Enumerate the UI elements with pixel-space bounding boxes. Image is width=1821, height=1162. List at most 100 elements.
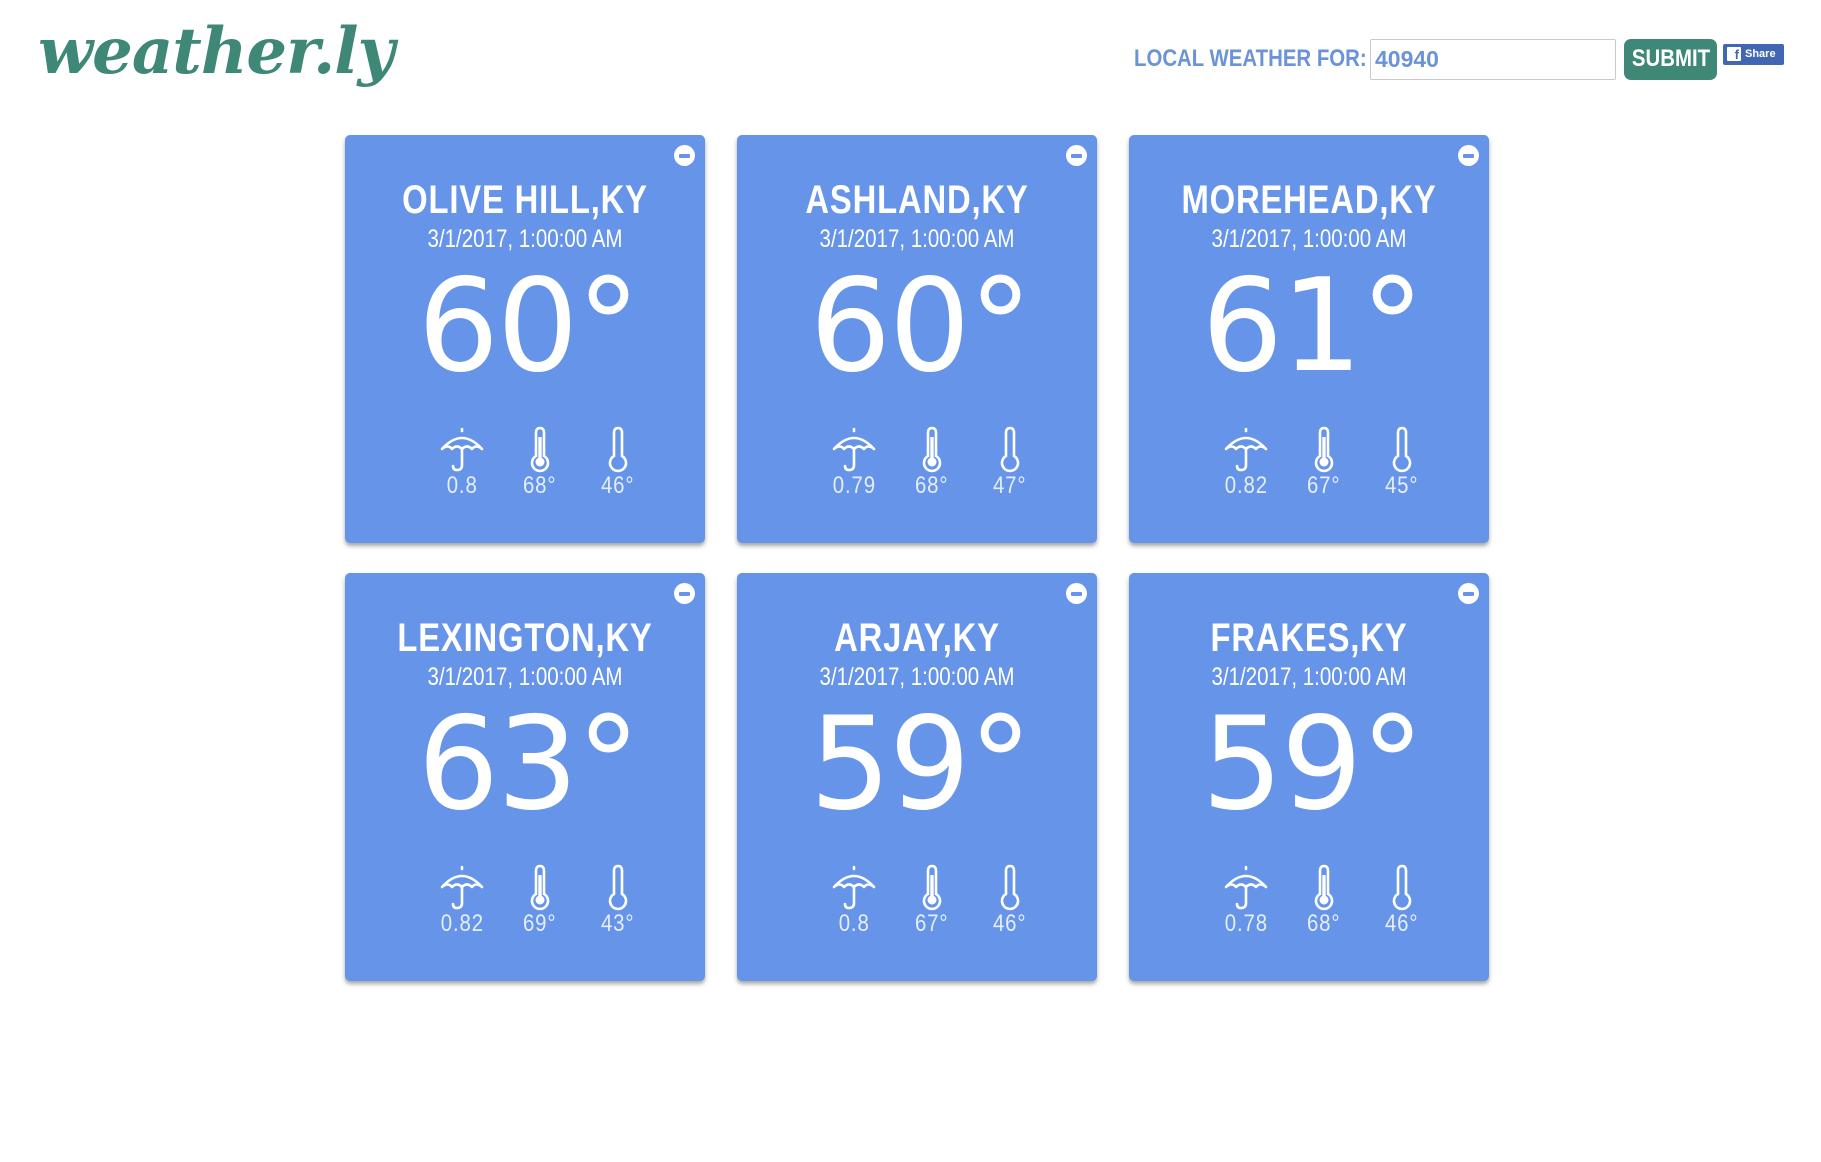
precip-stat: 0.8 [815, 863, 893, 936]
high-temp-stat: 68° [1285, 863, 1363, 936]
high-temp-value: 67° [915, 910, 949, 937]
low-temp-stat: 46° [1363, 863, 1441, 936]
precip-stat: 0.82 [423, 863, 501, 936]
low-temp-stat: 45° [1363, 425, 1441, 498]
high-temp-stat: 68° [893, 425, 971, 498]
current-temperature: 60° [809, 252, 1033, 401]
precip-value: 0.8 [838, 910, 870, 937]
high-temp-value: 69° [523, 910, 557, 937]
forecast-datetime: 3/1/2017, 1:00:00 AM [427, 225, 623, 253]
submit-button[interactable]: SUBMIT [1624, 38, 1717, 80]
low-temp-stat: 46° [971, 863, 1049, 936]
zip-input[interactable] [1370, 38, 1616, 80]
weather-card: MOREHEAD,KY 3/1/2017, 1:00:00 AM 61° 0.8… [1129, 135, 1489, 543]
precip-value: 0.8 [446, 472, 478, 499]
high-temp-stat: 69° [501, 863, 579, 936]
thermometer-low-icon [1000, 426, 1020, 473]
city-name: ARJAY,KY [834, 616, 1000, 660]
share-label: Share [1745, 48, 1776, 60]
remove-icon[interactable] [1066, 145, 1087, 166]
thermometer-low-icon [608, 864, 628, 911]
umbrella-icon [440, 865, 484, 910]
umbrella-icon [440, 427, 484, 472]
thermometer-low-icon [1392, 426, 1412, 473]
thermometer-low-icon [1392, 864, 1412, 911]
remove-icon[interactable] [674, 583, 695, 604]
precip-stat: 0.79 [815, 425, 893, 498]
forecast-datetime: 3/1/2017, 1:00:00 AM [1211, 225, 1407, 253]
app-logo: weather.ly [38, 14, 395, 89]
thermometer-low-icon [1000, 864, 1020, 911]
thermometer-high-icon [530, 426, 550, 473]
precip-value: 0.79 [832, 472, 876, 499]
thermometer-high-icon [1314, 426, 1334, 473]
low-temp-stat: 46° [579, 425, 657, 498]
low-temp-value: 46° [1385, 910, 1419, 937]
high-temp-value: 68° [1307, 910, 1341, 937]
forecast-datetime: 3/1/2017, 1:00:00 AM [819, 663, 1015, 691]
forecast-datetime: 3/1/2017, 1:00:00 AM [1211, 663, 1407, 691]
city-name: MOREHEAD,KY [1181, 178, 1437, 222]
high-temp-value: 67° [1307, 472, 1341, 499]
current-temperature: 59° [809, 690, 1033, 839]
location-search-bar: LOCAL WEATHER FOR: SUBMIT f Share [1134, 38, 1784, 80]
thermometer-high-icon [922, 864, 942, 911]
city-name: OLIVE HILL,KY [402, 178, 648, 222]
low-temp-value: 46° [601, 472, 635, 499]
facebook-icon: f [1727, 47, 1741, 61]
umbrella-icon [1224, 427, 1268, 472]
remove-icon[interactable] [1066, 583, 1087, 604]
city-name: ASHLAND,KY [805, 178, 1029, 222]
high-temp-stat: 67° [893, 863, 971, 936]
precip-value: 0.78 [1224, 910, 1268, 937]
precip-value: 0.82 [440, 910, 484, 937]
current-temperature: 60° [417, 252, 641, 401]
weather-stats: 0.82 69° 43° [423, 863, 657, 936]
weather-stats: 0.78 68° 46° [1207, 863, 1441, 936]
submit-label: SUBMIT [1631, 45, 1710, 72]
remove-icon[interactable] [1458, 145, 1479, 166]
low-temp-value: 47° [993, 472, 1027, 499]
thermometer-low-icon [608, 426, 628, 473]
precip-value: 0.82 [1224, 472, 1268, 499]
precip-stat: 0.78 [1207, 863, 1285, 936]
remove-icon[interactable] [1458, 583, 1479, 604]
current-temperature: 59° [1201, 690, 1425, 839]
weather-stats: 0.79 68° 47° [815, 425, 1049, 498]
high-temp-value: 68° [915, 472, 949, 499]
weather-stats: 0.8 67° 46° [815, 863, 1049, 936]
high-temp-value: 68° [523, 472, 557, 499]
weather-card: ARJAY,KY 3/1/2017, 1:00:00 AM 59° 0.8 67… [737, 573, 1097, 981]
weather-card: ASHLAND,KY 3/1/2017, 1:00:00 AM 60° 0.79… [737, 135, 1097, 543]
remove-icon[interactable] [674, 145, 695, 166]
low-temp-value: 46° [993, 910, 1027, 937]
current-temperature: 63° [417, 690, 641, 839]
forecast-datetime: 3/1/2017, 1:00:00 AM [819, 225, 1015, 253]
city-name: FRAKES,KY [1210, 616, 1408, 660]
low-temp-value: 45° [1385, 472, 1419, 499]
weather-stats: 0.8 68° 46° [423, 425, 657, 498]
umbrella-icon [1224, 865, 1268, 910]
search-label: LOCAL WEATHER FOR: [1134, 45, 1367, 72]
thermometer-high-icon [1314, 864, 1334, 911]
facebook-share-button[interactable]: f Share [1723, 43, 1784, 65]
high-temp-stat: 67° [1285, 425, 1363, 498]
thermometer-high-icon [922, 426, 942, 473]
weather-stats: 0.82 67° 45° [1207, 425, 1441, 498]
umbrella-icon [832, 865, 876, 910]
forecast-datetime: 3/1/2017, 1:00:00 AM [427, 663, 623, 691]
weather-card: LEXINGTON,KY 3/1/2017, 1:00:00 AM 63° 0.… [345, 573, 705, 981]
low-temp-stat: 47° [971, 425, 1049, 498]
high-temp-stat: 68° [501, 425, 579, 498]
city-name: LEXINGTON,KY [397, 616, 653, 660]
low-temp-stat: 43° [579, 863, 657, 936]
weather-card: FRAKES,KY 3/1/2017, 1:00:00 AM 59° 0.78 … [1129, 573, 1489, 981]
low-temp-value: 43° [601, 910, 635, 937]
precip-stat: 0.8 [423, 425, 501, 498]
weather-card-grid: OLIVE HILL,KY 3/1/2017, 1:00:00 AM 60° 0… [345, 135, 1489, 981]
thermometer-high-icon [530, 864, 550, 911]
umbrella-icon [832, 427, 876, 472]
current-temperature: 61° [1201, 252, 1425, 401]
weather-card: OLIVE HILL,KY 3/1/2017, 1:00:00 AM 60° 0… [345, 135, 705, 543]
precip-stat: 0.82 [1207, 425, 1285, 498]
